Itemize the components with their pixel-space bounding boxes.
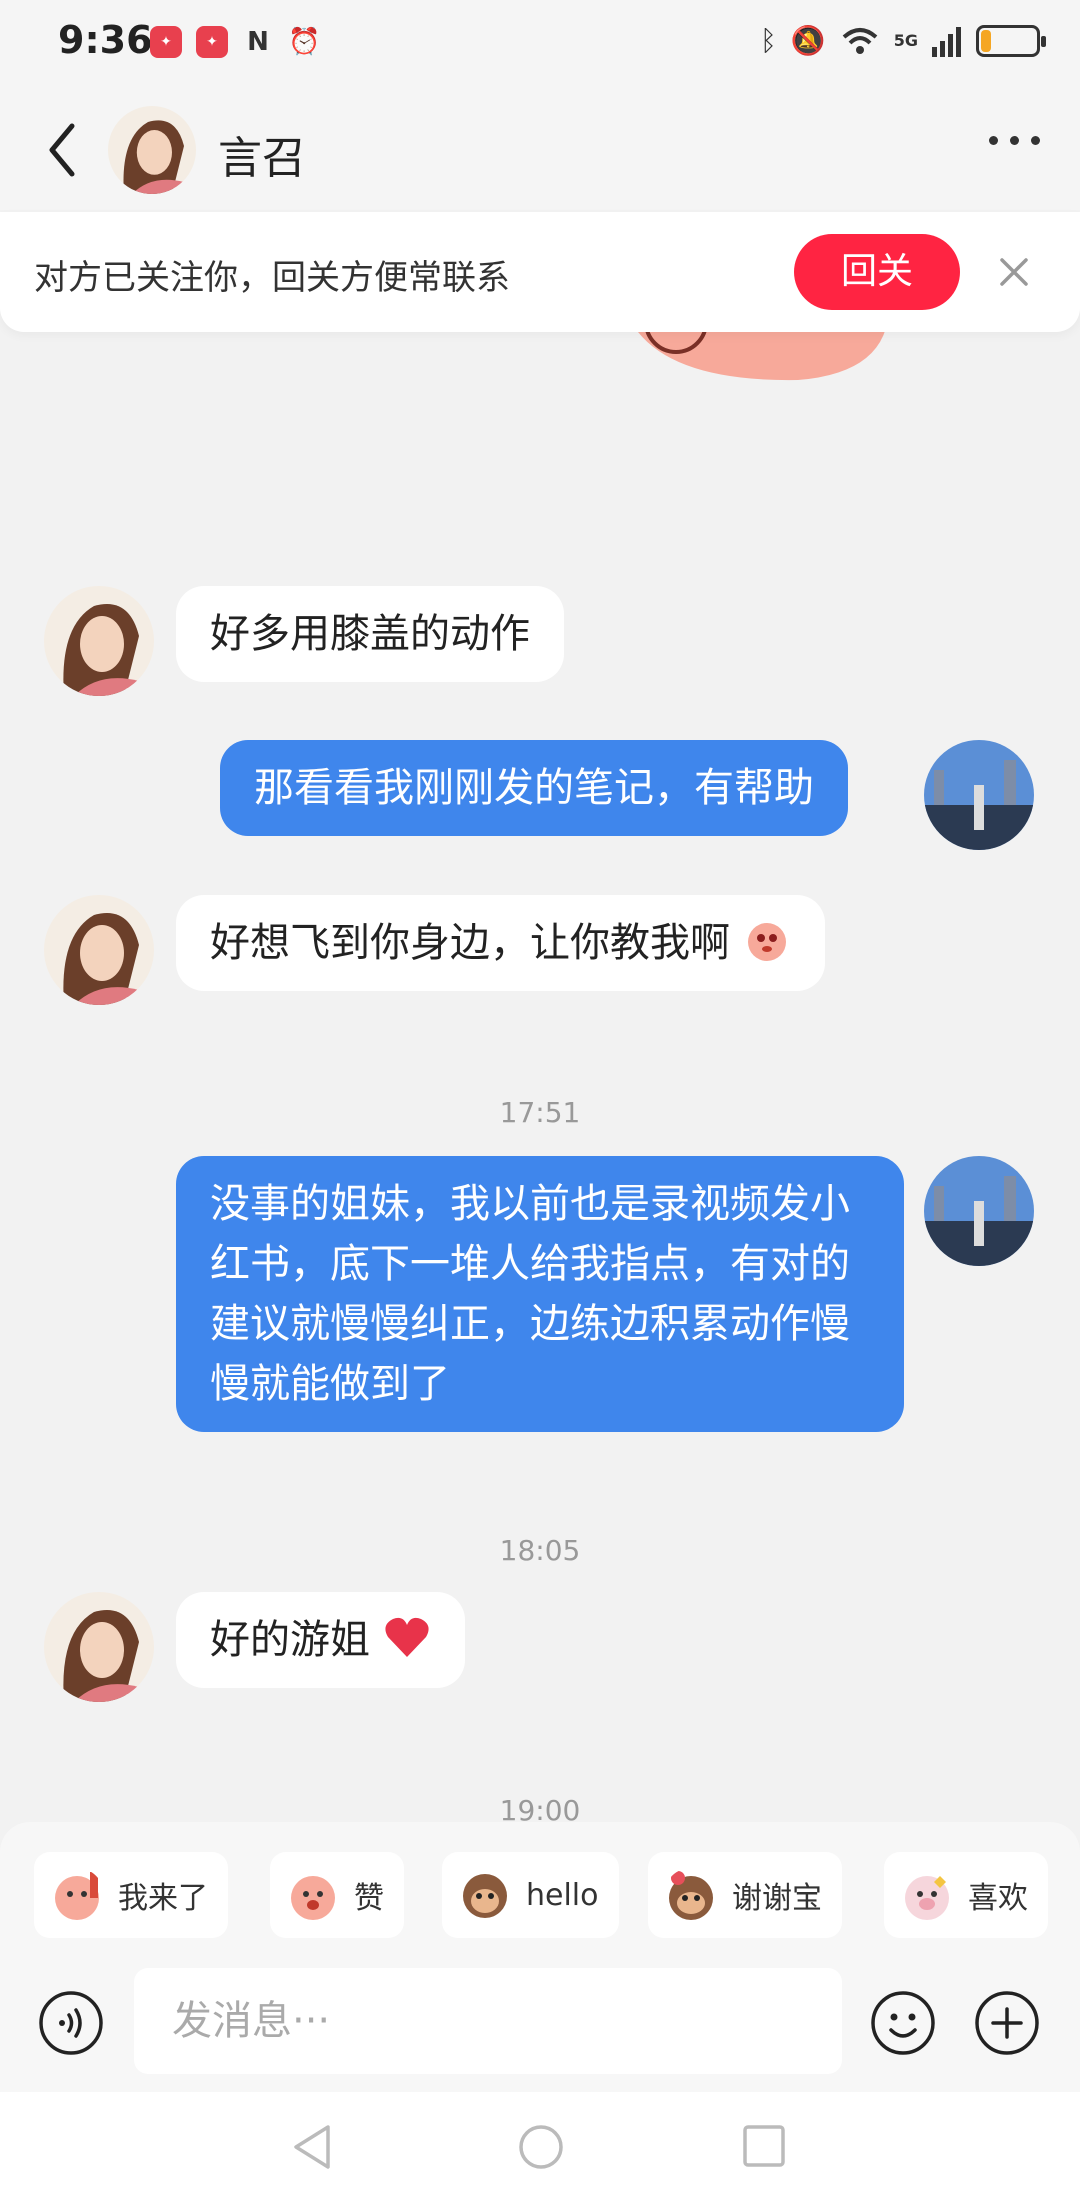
quick-reply-item[interactable]: 我来了: [34, 1852, 228, 1938]
quick-reply-item[interactable]: hello: [442, 1852, 619, 1938]
bluetooth-icon: ᛒ: [760, 24, 777, 57]
peach-arrive-sticker: [55, 1872, 99, 1920]
received-message[interactable]: 好的游姐: [176, 1592, 465, 1688]
battery-icon: [976, 24, 1046, 57]
quick-reply-label: 喜欢: [968, 1881, 1028, 1916]
close-icon[interactable]: [994, 252, 1034, 292]
peach-like-sticker: [291, 1876, 335, 1920]
peach-emoji: [747, 923, 786, 961]
message-text: 好多用膝盖的动作: [210, 611, 530, 657]
plus-icon[interactable]: [974, 1990, 1040, 2056]
contact-message-avatar[interactable]: [44, 586, 154, 696]
battery-level: [981, 29, 991, 52]
quick-reply-item[interactable]: 赞: [270, 1852, 404, 1938]
signal-bars-icon: [932, 26, 961, 57]
received-message[interactable]: 好想飞到你身边，让你教我啊: [176, 895, 825, 991]
quick-reply-label: 赞: [354, 1881, 384, 1916]
follow-banner-text: 对方已关注你，回关方便常联系: [34, 258, 510, 298]
follow-back-button[interactable]: 回关: [794, 234, 960, 310]
my-avatar[interactable]: [924, 1156, 1034, 1266]
xiaohongshu-notification-icon: ✦: [196, 26, 228, 58]
message-input[interactable]: [134, 1968, 842, 2074]
status-notification-icons: ✦ ✦ N ⏰: [150, 26, 320, 58]
message-text: 好的游姐: [210, 1617, 370, 1663]
quick-reply-item[interactable]: 喜欢: [884, 1852, 1048, 1938]
contact-message-avatar[interactable]: [44, 895, 154, 1005]
message-text: 那看看我刚刚发的笔记，有帮助: [254, 765, 814, 811]
chat-header: 言召: [0, 90, 1080, 210]
received-message[interactable]: 好多用膝盖的动作: [176, 586, 564, 682]
message-input-bar: [0, 1952, 1080, 2092]
message-timestamp: 17:51: [499, 1096, 581, 1129]
red-heart-emoji: [385, 1617, 429, 1657]
more-options-icon[interactable]: [989, 136, 1040, 145]
5g-signal-icon: 5G: [893, 31, 918, 50]
quick-reply-label: 我来了: [118, 1881, 208, 1916]
sent-message[interactable]: 那看看我刚刚发的笔记，有帮助: [220, 740, 848, 836]
message-text: 好想飞到你身边，让你教我啊: [210, 920, 730, 966]
contact-name[interactable]: 言召: [218, 122, 306, 186]
nav-back-icon[interactable]: [290, 2122, 334, 2172]
xiaohongshu-notification-icon: ✦: [150, 26, 182, 58]
message-text: 没事的姐妹，我以前也是录视频发小红书，底下一堆人给我指点，有对的建议就慢慢纠正，…: [210, 1181, 850, 1407]
quick-reply-item[interactable]: 谢谢宝: [648, 1852, 842, 1938]
monkey-hello-sticker: [463, 1874, 507, 1918]
emoji-icon[interactable]: [870, 1990, 936, 2056]
quick-sticker-bar: 我来了 赞 hello 谢谢宝 喜欢: [0, 1822, 1080, 1952]
monkey-thanks-sticker: [669, 1871, 713, 1920]
chat-messages[interactable]: 好多用膝盖的动作 那看看我刚刚发的笔记，有帮助 好想飞到你身边，让你教我啊 17…: [0, 212, 1080, 1822]
nfc-icon: N: [247, 27, 269, 57]
status-time: 9:36: [58, 18, 153, 62]
contact-avatar[interactable]: [108, 106, 196, 194]
contact-message-avatar[interactable]: [44, 1592, 154, 1702]
back-arrow-icon[interactable]: [44, 120, 80, 180]
nav-home-icon[interactable]: [518, 2124, 564, 2170]
voice-input-icon[interactable]: [38, 1990, 104, 2056]
my-avatar[interactable]: [924, 740, 1034, 850]
nav-recent-apps-icon[interactable]: [742, 2124, 786, 2168]
quick-reply-label: hello: [526, 1877, 599, 1913]
status-system-icons: ᛒ 🔕 5G: [760, 24, 1046, 57]
system-navigation-bar: [0, 2092, 1080, 2204]
status-bar: 9:36 ✦ ✦ N ⏰ ᛒ 🔕 5G: [0, 0, 1080, 90]
mute-icon: 🔕: [790, 24, 826, 57]
quick-reply-label: 谢谢宝: [732, 1881, 822, 1916]
pig-love-sticker: [905, 1876, 949, 1920]
follow-back-banner: 对方已关注你，回关方便常联系 回关: [0, 212, 1080, 332]
wifi-icon: [842, 27, 878, 54]
alarm-icon: ⏰: [288, 27, 321, 57]
message-timestamp: 19:00: [499, 1794, 581, 1822]
message-timestamp: 18:05: [499, 1534, 581, 1567]
sent-message[interactable]: 没事的姐妹，我以前也是录视频发小红书，底下一堆人给我指点，有对的建议就慢慢纠正，…: [176, 1156, 904, 1432]
